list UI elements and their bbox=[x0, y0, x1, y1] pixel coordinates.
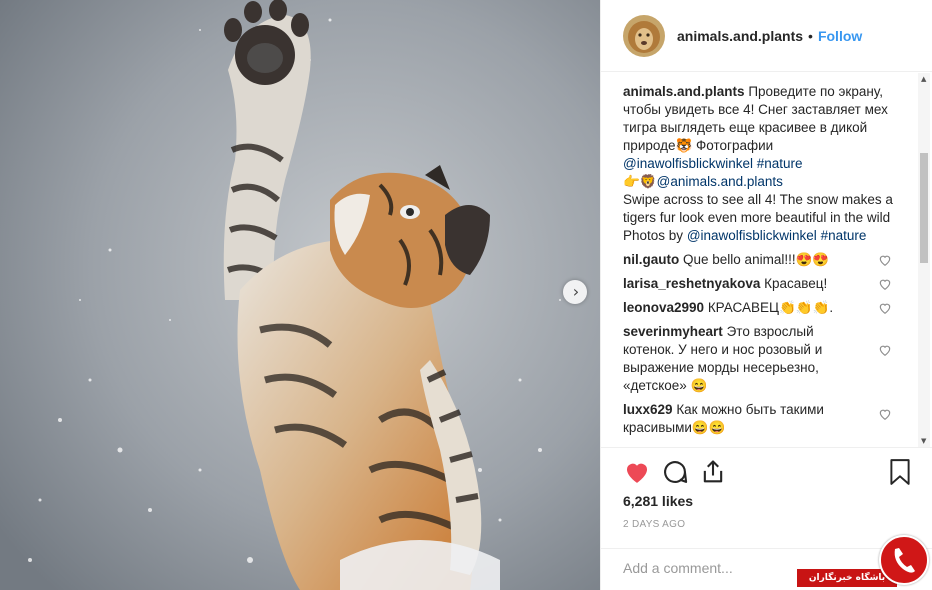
caption-mention[interactable]: @inawolfisblickwinkel bbox=[623, 156, 753, 171]
action-icons bbox=[623, 458, 737, 486]
heart-filled-icon[interactable] bbox=[623, 458, 651, 486]
caption-mention[interactable]: @inawolfisblickwinkel bbox=[687, 228, 817, 243]
post-side-panel: animals.and.plants • Follow animals.and.… bbox=[600, 0, 932, 590]
scroll-up-icon[interactable]: ▲ bbox=[921, 75, 926, 83]
comment-username[interactable]: larisa_reshetnyakova bbox=[623, 276, 760, 291]
post-header: animals.and.plants • Follow bbox=[601, 0, 932, 72]
scroll-down-icon[interactable]: ▼ bbox=[921, 437, 926, 445]
comment-item: larisa_reshetnyakova Красавец! bbox=[623, 275, 891, 293]
caption-emoji: 👉🦁 bbox=[623, 174, 657, 189]
comments-scrollbar[interactable]: ▲ ▼ bbox=[918, 73, 930, 447]
carousel-next-button[interactable]: › bbox=[563, 280, 587, 304]
caption-photos-by: Photos by bbox=[623, 228, 684, 243]
post-caption: animals.and.plants Проведите по экрану, … bbox=[623, 83, 898, 245]
caption-hashtag[interactable]: #nature bbox=[821, 228, 867, 243]
comment-username[interactable]: luxx629 bbox=[623, 402, 673, 417]
comment-like-heart-icon[interactable] bbox=[878, 301, 892, 315]
watermark-phone-icon bbox=[879, 535, 929, 585]
caption-mention[interactable]: @animals.and.plants bbox=[657, 174, 783, 189]
comment-like-heart-icon[interactable] bbox=[878, 407, 892, 421]
comment-like-heart-icon[interactable] bbox=[878, 343, 892, 357]
tiger-photo-illustration bbox=[0, 0, 600, 590]
share-icon[interactable] bbox=[699, 458, 727, 486]
scrollbar-thumb[interactable] bbox=[920, 153, 928, 263]
post-author-username[interactable]: animals.and.plants bbox=[677, 28, 803, 44]
speech-bubble-icon[interactable] bbox=[661, 458, 689, 486]
post-timestamp[interactable]: 2 DAYS AGO bbox=[623, 519, 685, 530]
separator-dot: • bbox=[808, 27, 813, 44]
chevron-right-icon: › bbox=[572, 282, 580, 301]
comment-item: leonova2990 КРАСАВЕЦ👏👏👏. bbox=[623, 299, 891, 317]
comment-username[interactable]: nil.gauto bbox=[623, 252, 679, 267]
caption-username[interactable]: animals.and.plants bbox=[623, 84, 745, 99]
post-photo[interactable]: › bbox=[0, 0, 600, 590]
comment-item: luxx629 Как можно быть такими красивыми😄… bbox=[623, 401, 891, 437]
caption-hashtag[interactable]: #nature bbox=[757, 156, 803, 171]
comment-like-heart-icon[interactable] bbox=[878, 277, 892, 291]
comment-text: КРАСАВЕЦ👏👏👏. bbox=[707, 300, 834, 315]
comment-text: Красавец! bbox=[764, 276, 828, 291]
comment-text: Que bello animal!!!😍😍 bbox=[683, 252, 830, 267]
comments-list: animals.and.plants Проведите по экрану, … bbox=[601, 73, 919, 447]
avatar[interactable] bbox=[623, 14, 665, 57]
comment-item: nil.gauto Que bello animal!!!😍😍 bbox=[623, 251, 891, 269]
comment-like-heart-icon[interactable] bbox=[878, 253, 892, 267]
bookmark-icon[interactable] bbox=[887, 458, 913, 486]
comment-item: severinmyheart Это взрослый котенок. У н… bbox=[623, 323, 891, 395]
caption-text-en: Swipe across to see all 4! The snow make… bbox=[623, 192, 893, 225]
likes-count[interactable]: 6,281 likes bbox=[623, 493, 693, 509]
watermark-logo: باشگاه خبرنگاران bbox=[797, 535, 929, 590]
comment-username[interactable]: severinmyheart bbox=[623, 324, 723, 339]
comment-username[interactable]: leonova2990 bbox=[623, 300, 704, 315]
follow-button[interactable]: Follow bbox=[818, 28, 862, 44]
